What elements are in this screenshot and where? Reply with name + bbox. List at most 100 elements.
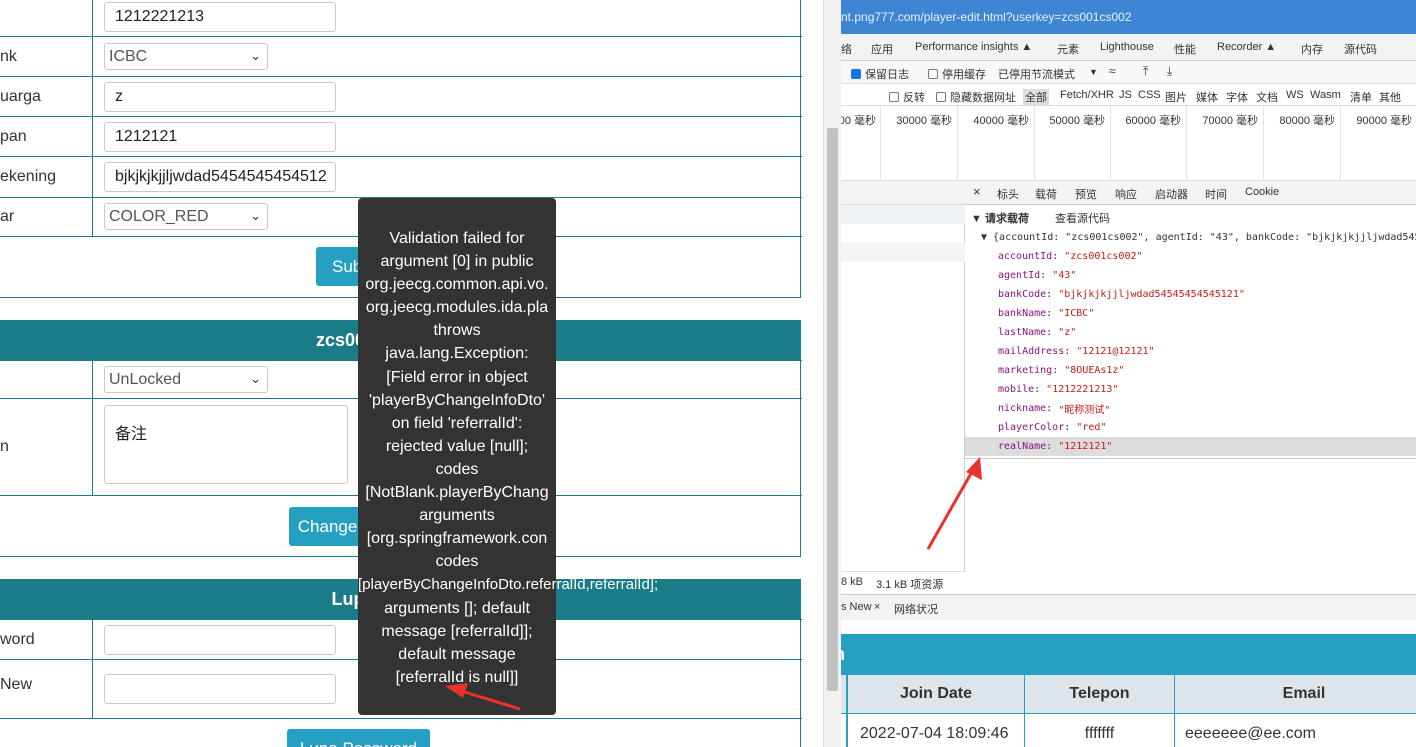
- tab-initiator[interactable]: 启动器: [1155, 186, 1188, 202]
- request-detail-tabs: × 标头 载荷 预览 响应 启动器 时间 Cookie: [965, 181, 1416, 207]
- tab-recorder[interactable]: Recorder ▲: [1217, 41, 1276, 53]
- download-icon[interactable]: ⤓: [1167, 64, 1172, 79]
- filter-other[interactable]: 其他: [1379, 89, 1401, 105]
- bank-select[interactable]: ICBC ⌄: [104, 43, 268, 70]
- table-cell-telepon: fffffff: [1024, 714, 1175, 747]
- devtools-panel: nt.png777.com/player-edit.html?userkey=z…: [841, 0, 1416, 632]
- player-color-value: COLOR_RED: [109, 207, 209, 225]
- view-source-link[interactable]: 查看源代码: [1055, 210, 1110, 226]
- tooltip-line: [referralId is null]]: [395, 668, 519, 686]
- tooltip-line: on field 'referralId':: [391, 414, 523, 432]
- tab-performance[interactable]: 性能: [1174, 41, 1196, 57]
- tab-preview[interactable]: 预览: [1075, 186, 1097, 202]
- tab-cookies[interactable]: Cookie: [1245, 186, 1279, 198]
- chevron-down-icon[interactable]: ▼: [1089, 67, 1098, 77]
- filter-fetch-xhr[interactable]: Fetch/XHR: [1060, 89, 1114, 101]
- last-name-input[interactable]: z: [104, 82, 336, 112]
- tab-application[interactable]: 应用: [871, 41, 893, 57]
- bank-code-input[interactable]: bjkjkjkjjljwdad5454545454512: [104, 162, 336, 192]
- player-color-select[interactable]: COLOR_RED ⌄: [104, 203, 268, 230]
- throttle-select[interactable]: 已停用节流模式: [998, 66, 1075, 82]
- new-password-input[interactable]: [104, 674, 336, 704]
- tab-network[interactable]: 络: [841, 41, 852, 57]
- field-key: lastName: [998, 327, 1047, 338]
- disable-cache-checkbox[interactable]: 停用缓存: [928, 66, 986, 82]
- tick-label: 40000 毫秒: [973, 115, 1029, 127]
- form-row-keluarga: uarga z: [0, 76, 802, 116]
- row-label: n: [0, 399, 93, 495]
- filter-manifest[interactable]: 清单: [1350, 89, 1372, 105]
- field-value: "12121@12121": [1076, 346, 1155, 357]
- payload-field: lastName: "z": [998, 327, 1077, 338]
- tab-whats-new[interactable]: s New: [841, 601, 872, 613]
- payload-field: mailAddress: "12121@12121": [998, 346, 1155, 357]
- upload-icon[interactable]: ⤒: [1143, 64, 1148, 79]
- filter-all[interactable]: 全部: [1023, 89, 1049, 105]
- lupa-password-button[interactable]: Lupa Password: [287, 729, 430, 747]
- scrollbar-thumb[interactable]: [827, 128, 838, 691]
- timeline-tick: 40000 毫秒: [957, 106, 1034, 181]
- password-input[interactable]: [104, 625, 336, 655]
- lock-status-select[interactable]: UnLocked ⌄: [104, 366, 268, 393]
- tab-lighthouse[interactable]: Lighthouse: [1100, 41, 1154, 53]
- filter-doc[interactable]: 文档: [1256, 89, 1278, 105]
- filter-wasm[interactable]: Wasm: [1310, 89, 1341, 101]
- tab-memory[interactable]: 内存: [1301, 41, 1323, 57]
- preserve-log-checkbox[interactable]: 保留日志: [851, 66, 909, 82]
- timeline-tick: 70000 毫秒: [1186, 106, 1263, 181]
- chevron-down-icon: ⌄: [250, 208, 261, 223]
- filter-media[interactable]: 媒体: [1196, 89, 1218, 105]
- timeline-tick: 30000 毫秒: [880, 106, 957, 181]
- tooltip-line: 'playerByChangeInfoDto': [369, 391, 545, 409]
- payload-section-header[interactable]: ▼ 请求载荷 查看源代码: [965, 208, 1416, 227]
- mobile-input[interactable]: 1212221213: [104, 2, 336, 32]
- filter-font[interactable]: 字体: [1226, 89, 1248, 105]
- payload-field: marketing: "8OUEAs1z": [998, 365, 1125, 376]
- field-key: accountId: [998, 251, 1053, 262]
- tick-label: 50000 毫秒: [1049, 115, 1105, 127]
- close-icon[interactable]: ×: [874, 601, 880, 613]
- tab-sources[interactable]: 源代码: [1344, 41, 1377, 57]
- filter-js[interactable]: JS: [1119, 89, 1132, 101]
- table-header-telepon: Telepon: [1024, 674, 1175, 714]
- filter-img[interactable]: 图片: [1165, 89, 1187, 105]
- tab-performance-insights[interactable]: Performance insights ▲: [915, 41, 1032, 53]
- request-row-selected[interactable]: [841, 205, 965, 224]
- tooltip-line: [NotBlank.playerByChang: [365, 484, 549, 502]
- payload-summary[interactable]: ▼ {accountId: "zcs001cs002", agentId: "4…: [965, 228, 1416, 247]
- form-row-pan: pan 1212121: [0, 116, 802, 156]
- wifi-icon[interactable]: ≈: [1109, 64, 1116, 78]
- payload-field: bankCode: "bjkjkjkjjljwdad54545454545121…: [998, 289, 1245, 300]
- tab-network-conditions[interactable]: 网络状况: [894, 601, 938, 617]
- field-key: realName: [998, 441, 1047, 452]
- hide-data-url-checkbox[interactable]: 隐藏数据网址: [936, 89, 1016, 105]
- devtools-tab-bar: 络 应用 Performance insights ▲ 元素 Lighthous…: [841, 34, 1416, 61]
- filter-ws[interactable]: WS: [1286, 89, 1304, 101]
- request-row[interactable]: [841, 243, 965, 262]
- real-name-input[interactable]: 1212121: [104, 122, 336, 152]
- chevron-down-icon: ⌄: [250, 371, 261, 386]
- tab-headers[interactable]: 标头: [997, 186, 1019, 202]
- bank-select-value: ICBC: [109, 47, 148, 65]
- filter-css[interactable]: CSS: [1138, 89, 1161, 101]
- tab-payload[interactable]: 载荷: [1035, 186, 1057, 207]
- field-value: "ICBC": [1058, 308, 1095, 319]
- tooltip-line: message [referralId]];: [381, 622, 533, 640]
- tab-elements[interactable]: 元素: [1057, 41, 1079, 57]
- page-scrollbar[interactable]: [823, 0, 841, 747]
- tooltip-line: org.jeecg.modules.ida.pla: [365, 299, 549, 317]
- timeline-tick: 80000 毫秒: [1263, 106, 1340, 181]
- tooltip-line: rejected value [null];: [385, 437, 529, 455]
- field-key: agentId: [998, 270, 1041, 281]
- screen: 1212221213 nk ICBC ⌄ uarga z pan 1212121…: [0, 0, 1416, 747]
- field-value: "昵称测试": [1058, 405, 1111, 416]
- note-textarea[interactable]: 备注: [104, 405, 348, 484]
- invert-label: 反转: [903, 92, 925, 104]
- field-value: "8OUEAs1z": [1064, 365, 1125, 376]
- tab-response[interactable]: 响应: [1115, 186, 1137, 202]
- player-table: Join Date Telepon Email 2022-07-04 18:09…: [841, 674, 1416, 747]
- tooltip-line: codes: [435, 460, 479, 478]
- close-icon[interactable]: ×: [973, 184, 981, 199]
- invert-checkbox[interactable]: 反转: [889, 89, 925, 105]
- tab-timing[interactable]: 时间: [1205, 186, 1227, 202]
